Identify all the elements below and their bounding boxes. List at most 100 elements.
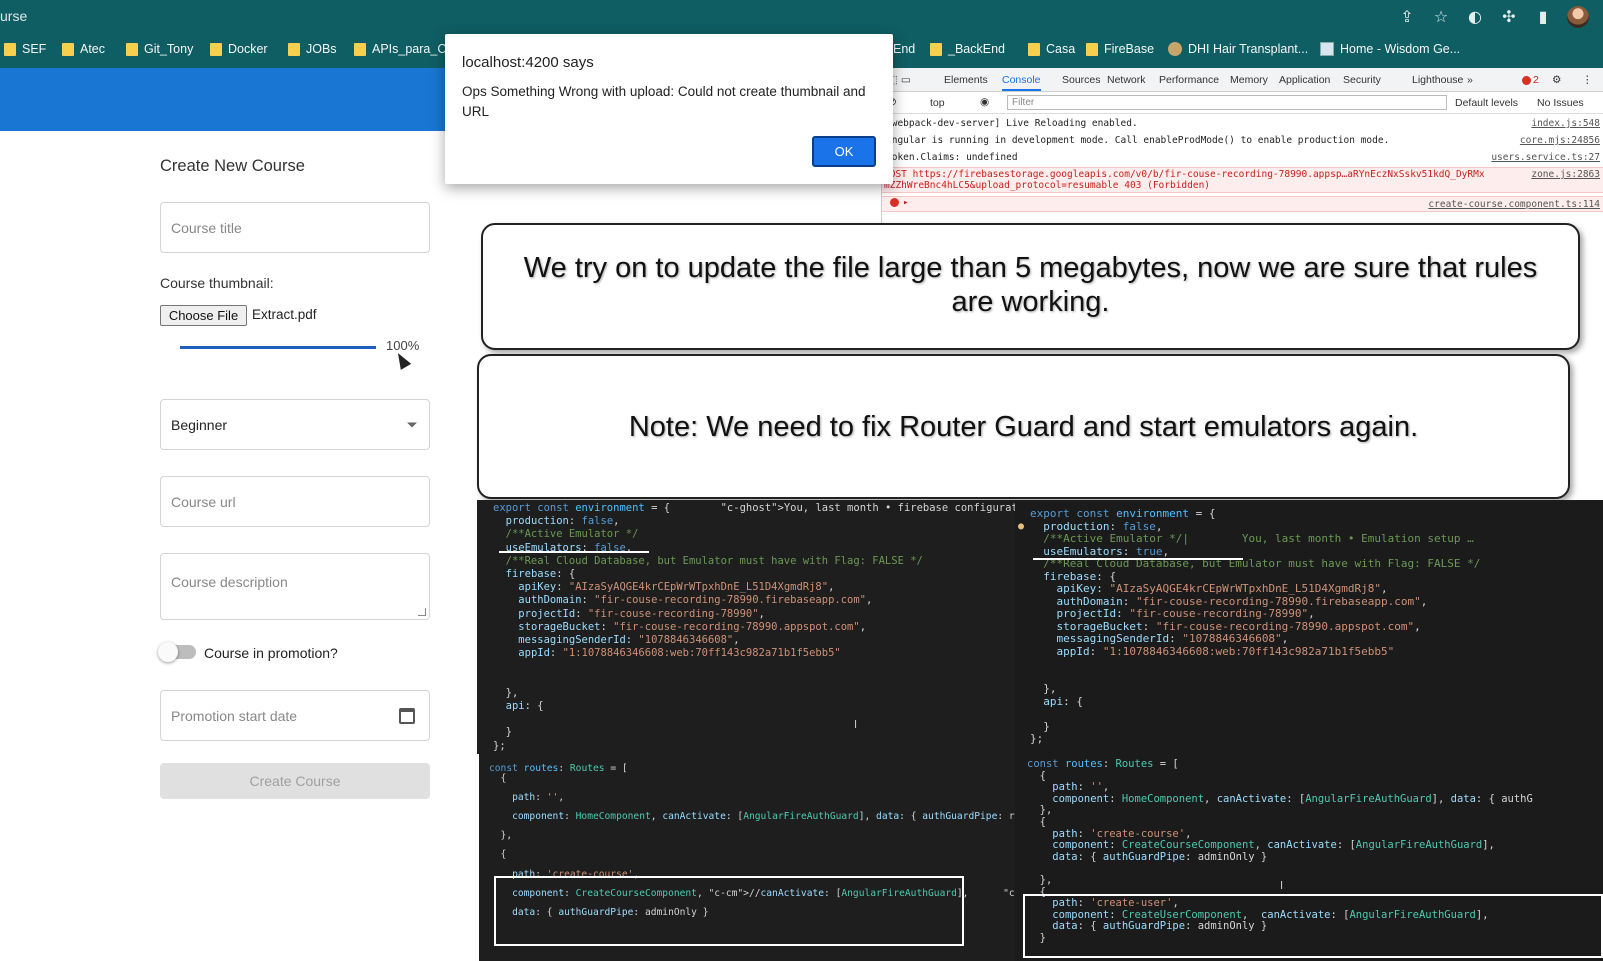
console-filter-input[interactable]: Filter: [1007, 95, 1447, 110]
env-code: export const environment = { "c-ghost">Y…: [493, 502, 1015, 752]
error-icon: [1522, 75, 1531, 85]
folder-icon: [126, 42, 138, 56]
promotion-date-placeholder: Promotion start date: [171, 707, 298, 724]
folder-icon: [930, 42, 942, 56]
promotion-date-input[interactable]: Promotion start date: [160, 690, 430, 741]
folder-icon: [354, 42, 366, 56]
annotation-callout: We try on to update the file large than …: [481, 223, 1580, 350]
tab-memory[interactable]: Memory: [1230, 74, 1268, 86]
toggle-knob: [158, 642, 178, 662]
more-options-icon[interactable]: ⋮: [1582, 74, 1593, 86]
site-icon: [1168, 42, 1182, 56]
code-editor-routes-before: const routes: Routes = [ { path: '', com…: [479, 754, 1015, 961]
devtools-tabs: ⬚ ▭ Elements Console Sources Network Per…: [882, 68, 1603, 92]
folder-icon: [1086, 42, 1098, 56]
underline-annotation: [1033, 558, 1243, 560]
page-icon: [1320, 42, 1334, 56]
highlight-box: [1023, 894, 1603, 958]
settings-gear-icon[interactable]: ⚙: [1552, 74, 1561, 86]
tab-title[interactable]: urse: [0, 8, 27, 24]
source-link[interactable]: users.service.ts:27: [1491, 152, 1600, 163]
alert-title: localhost:4200 says: [462, 54, 594, 71]
level-select[interactable]: Beginner: [160, 399, 430, 450]
mouse-cursor: [392, 350, 412, 370]
choose-file-button[interactable]: Choose File: [160, 305, 247, 326]
tab-performance[interactable]: Performance: [1159, 74, 1219, 86]
console-message: Angular is running in development mode. …: [886, 135, 1600, 146]
level-select-value: Beginner: [171, 416, 228, 433]
selected-file-name: Extract.pdf: [252, 307, 317, 322]
bookmark-folder[interactable]: FireBase: [1086, 42, 1154, 56]
page-title: Create New Course: [160, 157, 305, 175]
source-link[interactable]: create-course.component.ts:114: [1428, 199, 1600, 210]
tab-network[interactable]: Network: [1107, 74, 1146, 86]
bookmark-folder[interactable]: Docker: [210, 42, 268, 56]
context-selector[interactable]: top: [930, 97, 945, 109]
console-error-message[interactable]: POST https://firebasestorage.googleapis.…: [882, 167, 1603, 193]
tab-lighthouse[interactable]: Lighthouse: [1412, 74, 1463, 86]
tab-application[interactable]: Application: [1279, 74, 1330, 86]
tab-elements[interactable]: Elements: [944, 74, 988, 86]
bookmark-folder[interactable]: Git_Tony: [126, 42, 193, 56]
bookmark-folder[interactable]: Casa: [1028, 42, 1075, 56]
text-cursor-icon: I: [854, 719, 858, 731]
calendar-icon[interactable]: [399, 707, 415, 724]
tab-sources[interactable]: Sources: [1062, 74, 1101, 86]
browser-titlebar: urse ⇪ ☆ ◐ ✣ ▮: [0, 0, 1603, 33]
bookmark-folder[interactable]: _BackEnd: [930, 42, 1005, 56]
console-error-message[interactable]: ▸ create-course.component.ts:114: [882, 196, 1603, 212]
course-url-placeholder: Course url: [171, 493, 236, 510]
folder-icon: [62, 42, 74, 56]
devtools-panel: ⬚ ▭ Elements Console Sources Network Per…: [881, 68, 1603, 223]
tab-console[interactable]: Console: [1002, 74, 1041, 91]
bookmark-folder[interactable]: End: [893, 42, 915, 56]
star-icon[interactable]: ☆: [1431, 7, 1451, 27]
course-description-placeholder: Course description: [171, 574, 288, 590]
more-tabs-icon[interactable]: »: [1467, 74, 1473, 86]
bookmark-link[interactable]: DHI Hair Transplant...: [1168, 42, 1308, 56]
expand-arrow-icon[interactable]: ▸: [903, 197, 909, 208]
upload-progress-bar: [180, 346, 376, 349]
eye-icon[interactable]: ◉: [980, 96, 989, 108]
annotation-text: Note: We need to fix Router Guard and st…: [628, 411, 1419, 443]
course-url-input[interactable]: Course url: [160, 476, 430, 527]
promotion-toggle[interactable]: [158, 642, 196, 662]
profile-avatar[interactable]: [1567, 6, 1589, 28]
course-description-textarea[interactable]: Course description: [160, 553, 430, 620]
alert-dialog: localhost:4200 says Ops Something Wrong …: [445, 34, 893, 184]
extensions-icon[interactable]: ✣: [1499, 7, 1519, 27]
source-link[interactable]: core.mjs:24856: [1520, 135, 1600, 146]
annotation-callout: Note: We need to fix Router Guard and st…: [477, 354, 1570, 499]
lightbulb-icon[interactable]: ●: [1018, 520, 1024, 533]
annotation-text: We try on to update the file large than …: [523, 252, 1538, 318]
code-editor-routes-after: const routes: Routes = [ { path: '', com…: [1015, 754, 1603, 961]
bookmark-link[interactable]: Home - Wisdom Ge...: [1320, 42, 1460, 56]
course-title-input[interactable]: Course title: [160, 202, 430, 253]
browser-toolbar-icons: ⇪ ☆ ◐ ✣ ▮: [1397, 6, 1589, 28]
create-course-button[interactable]: Create Course: [160, 763, 430, 799]
highlight-box: [494, 876, 964, 946]
folder-icon: [1028, 42, 1040, 56]
bookmark-folder[interactable]: SEF: [4, 42, 46, 56]
bookmark-folder[interactable]: APIs_para_Co: [354, 42, 453, 56]
folder-icon: [210, 42, 222, 56]
error-count-badge[interactable]: 2: [1522, 74, 1539, 86]
resize-handle-icon[interactable]: [418, 608, 426, 616]
share-icon[interactable]: ⇪: [1397, 7, 1417, 27]
alert-ok-button[interactable]: OK: [812, 136, 876, 167]
tab-security[interactable]: Security: [1343, 74, 1381, 86]
error-text: POST https://firebasestorage.googleapis.…: [884, 169, 1484, 180]
bookmark-folder[interactable]: JOBs: [288, 42, 337, 56]
folder-icon: [288, 42, 300, 56]
source-link[interactable]: index.js:548: [1531, 118, 1600, 129]
log-levels-dropdown[interactable]: Default levels: [1455, 97, 1518, 109]
issues-button[interactable]: No Issues: [1537, 97, 1584, 109]
alert-message: Ops Something Wrong with upload: Could n…: [462, 84, 866, 119]
side-panel-icon[interactable]: ▮: [1533, 7, 1553, 27]
folder-icon: [4, 42, 16, 56]
code-editor-env-after: export const environment = { production:…: [1015, 500, 1603, 754]
promotion-toggle-label: Course in promotion?: [204, 645, 338, 661]
bookmark-folder[interactable]: Atec: [62, 42, 105, 56]
source-link[interactable]: zone.js:2863: [1531, 169, 1600, 180]
sync-icon[interactable]: ◐: [1465, 7, 1485, 27]
